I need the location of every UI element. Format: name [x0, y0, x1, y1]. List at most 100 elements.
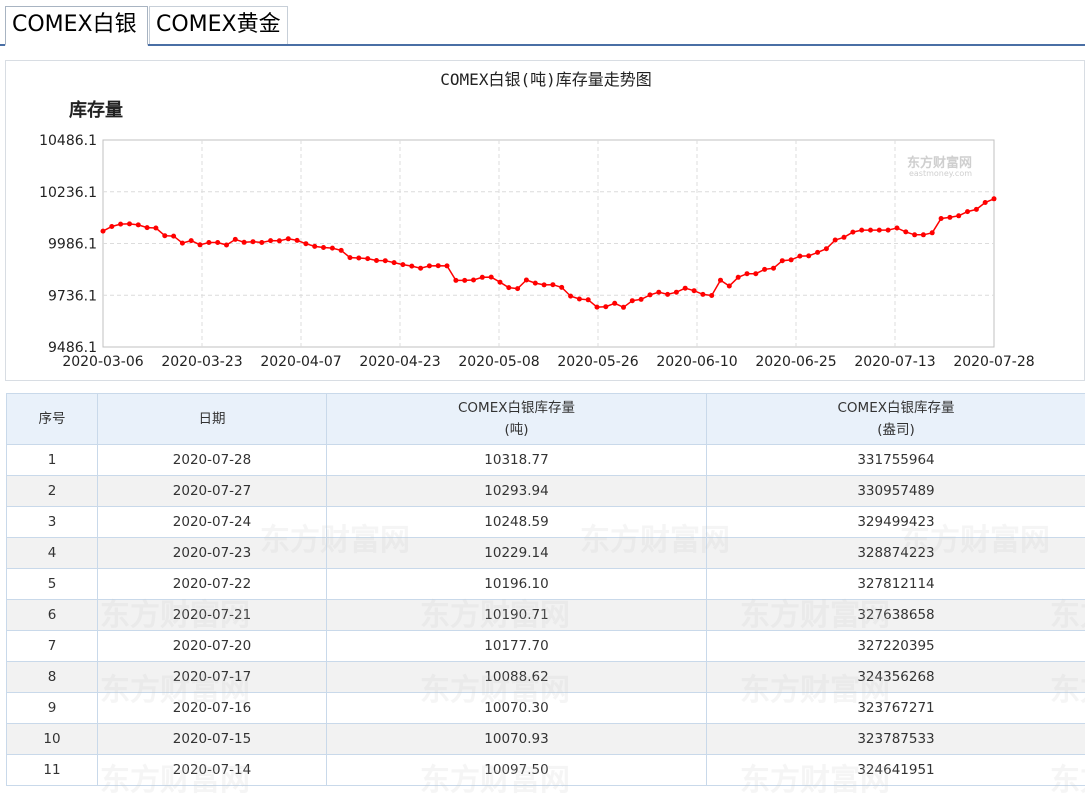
- data-point: [947, 215, 952, 220]
- row-tons: 10318.77: [327, 445, 707, 476]
- data-point: [692, 288, 697, 293]
- row-date: 2020-07-17: [98, 662, 327, 693]
- x-tick-label: 2020-03-06: [62, 354, 143, 370]
- data-point: [268, 238, 273, 243]
- data-point: [224, 243, 229, 248]
- data-point: [903, 229, 908, 234]
- data-point: [930, 230, 935, 235]
- data-point: [992, 196, 997, 201]
- data-point: [753, 271, 758, 276]
- data-point: [603, 304, 608, 309]
- row-index: 5: [7, 569, 98, 600]
- row-index: 2: [7, 476, 98, 507]
- x-tick-label: 2020-05-08: [458, 354, 539, 370]
- y-tick-label: 10236.1: [39, 185, 97, 201]
- x-tick-label: 2020-04-23: [359, 354, 440, 370]
- data-point: [233, 237, 238, 242]
- data-point: [762, 267, 767, 272]
- tab-comex-silver[interactable]: COMEX白银: [5, 6, 148, 46]
- header-tons: COMEX白银库存量(吨): [327, 394, 707, 445]
- table-row: 12020-07-2810318.77331755964: [7, 445, 1085, 476]
- row-date: 2020-07-24: [98, 507, 327, 538]
- data-point: [656, 290, 661, 295]
- row-date: 2020-07-15: [98, 724, 327, 755]
- data-point: [983, 200, 988, 205]
- row-index: 6: [7, 600, 98, 631]
- inventory-table-wrap: 序号 日期 COMEX白银库存量(吨) COMEX白银库存量(盎司) 12020…: [6, 393, 1085, 786]
- x-tick-label: 2020-06-10: [656, 354, 737, 370]
- data-point: [886, 228, 891, 233]
- data-point: [850, 230, 855, 235]
- data-point: [515, 286, 520, 291]
- data-point: [162, 233, 167, 238]
- row-tons: 10070.30: [327, 693, 707, 724]
- row-ounces: 324356268: [707, 662, 1085, 693]
- data-point: [356, 256, 361, 261]
- row-index: 4: [7, 538, 98, 569]
- data-point: [462, 278, 467, 283]
- row-ounces: 330957489: [707, 476, 1085, 507]
- row-date: 2020-07-28: [98, 445, 327, 476]
- data-point: [639, 297, 644, 302]
- data-point: [118, 222, 123, 227]
- row-index: 11: [7, 755, 98, 786]
- data-point: [550, 282, 555, 287]
- data-point: [630, 298, 635, 303]
- x-tick-label: 2020-07-28: [953, 354, 1034, 370]
- row-tons: 10196.10: [327, 569, 707, 600]
- data-point: [303, 241, 308, 246]
- row-date: 2020-07-27: [98, 476, 327, 507]
- row-ounces: 324641951: [707, 755, 1085, 786]
- data-point: [427, 263, 432, 268]
- data-point: [965, 209, 970, 214]
- data-point: [877, 228, 882, 233]
- data-point: [453, 278, 458, 283]
- data-point: [974, 207, 979, 212]
- row-index: 9: [7, 693, 98, 724]
- data-point: [780, 258, 785, 263]
- data-point: [409, 264, 414, 269]
- data-point: [215, 240, 220, 245]
- row-tons: 10097.50: [327, 755, 707, 786]
- data-point: [489, 275, 494, 280]
- y-tick-label: 9986.1: [48, 237, 97, 253]
- data-point: [727, 284, 732, 289]
- data-point: [921, 232, 926, 237]
- row-tons: 10248.59: [327, 507, 707, 538]
- data-point: [348, 255, 353, 260]
- data-point: [189, 238, 194, 243]
- tab-comex-gold[interactable]: COMEX黄金: [149, 6, 288, 44]
- data-point: [683, 286, 688, 291]
- data-point: [480, 275, 485, 280]
- row-index: 3: [7, 507, 98, 538]
- data-point: [806, 253, 811, 258]
- row-date: 2020-07-22: [98, 569, 327, 600]
- table-row: 112020-07-1410097.50324641951: [7, 755, 1085, 786]
- data-point: [621, 305, 626, 310]
- row-tons: 10190.71: [327, 600, 707, 631]
- data-point: [418, 266, 423, 271]
- data-point: [109, 224, 114, 229]
- data-point: [259, 240, 264, 245]
- table-row: 72020-07-2010177.70327220395: [7, 631, 1085, 662]
- data-point: [374, 258, 379, 263]
- data-point: [789, 257, 794, 262]
- table-row: 42020-07-2310229.14328874223: [7, 538, 1085, 569]
- data-point: [868, 228, 873, 233]
- data-point: [400, 262, 405, 267]
- row-ounces: 329499423: [707, 507, 1085, 538]
- data-point: [524, 278, 529, 283]
- data-point: [436, 263, 441, 268]
- data-point: [153, 226, 158, 231]
- data-point: [542, 282, 547, 287]
- row-ounces: 327638658: [707, 600, 1085, 631]
- data-point: [206, 240, 211, 245]
- row-date: 2020-07-23: [98, 538, 327, 569]
- table-body: 12020-07-2810318.7733175596422020-07-271…: [7, 445, 1085, 786]
- data-point: [127, 221, 132, 226]
- data-point: [595, 305, 600, 310]
- header-date: 日期: [98, 394, 327, 445]
- data-point: [471, 278, 476, 283]
- data-point: [277, 238, 282, 243]
- data-point: [383, 258, 388, 263]
